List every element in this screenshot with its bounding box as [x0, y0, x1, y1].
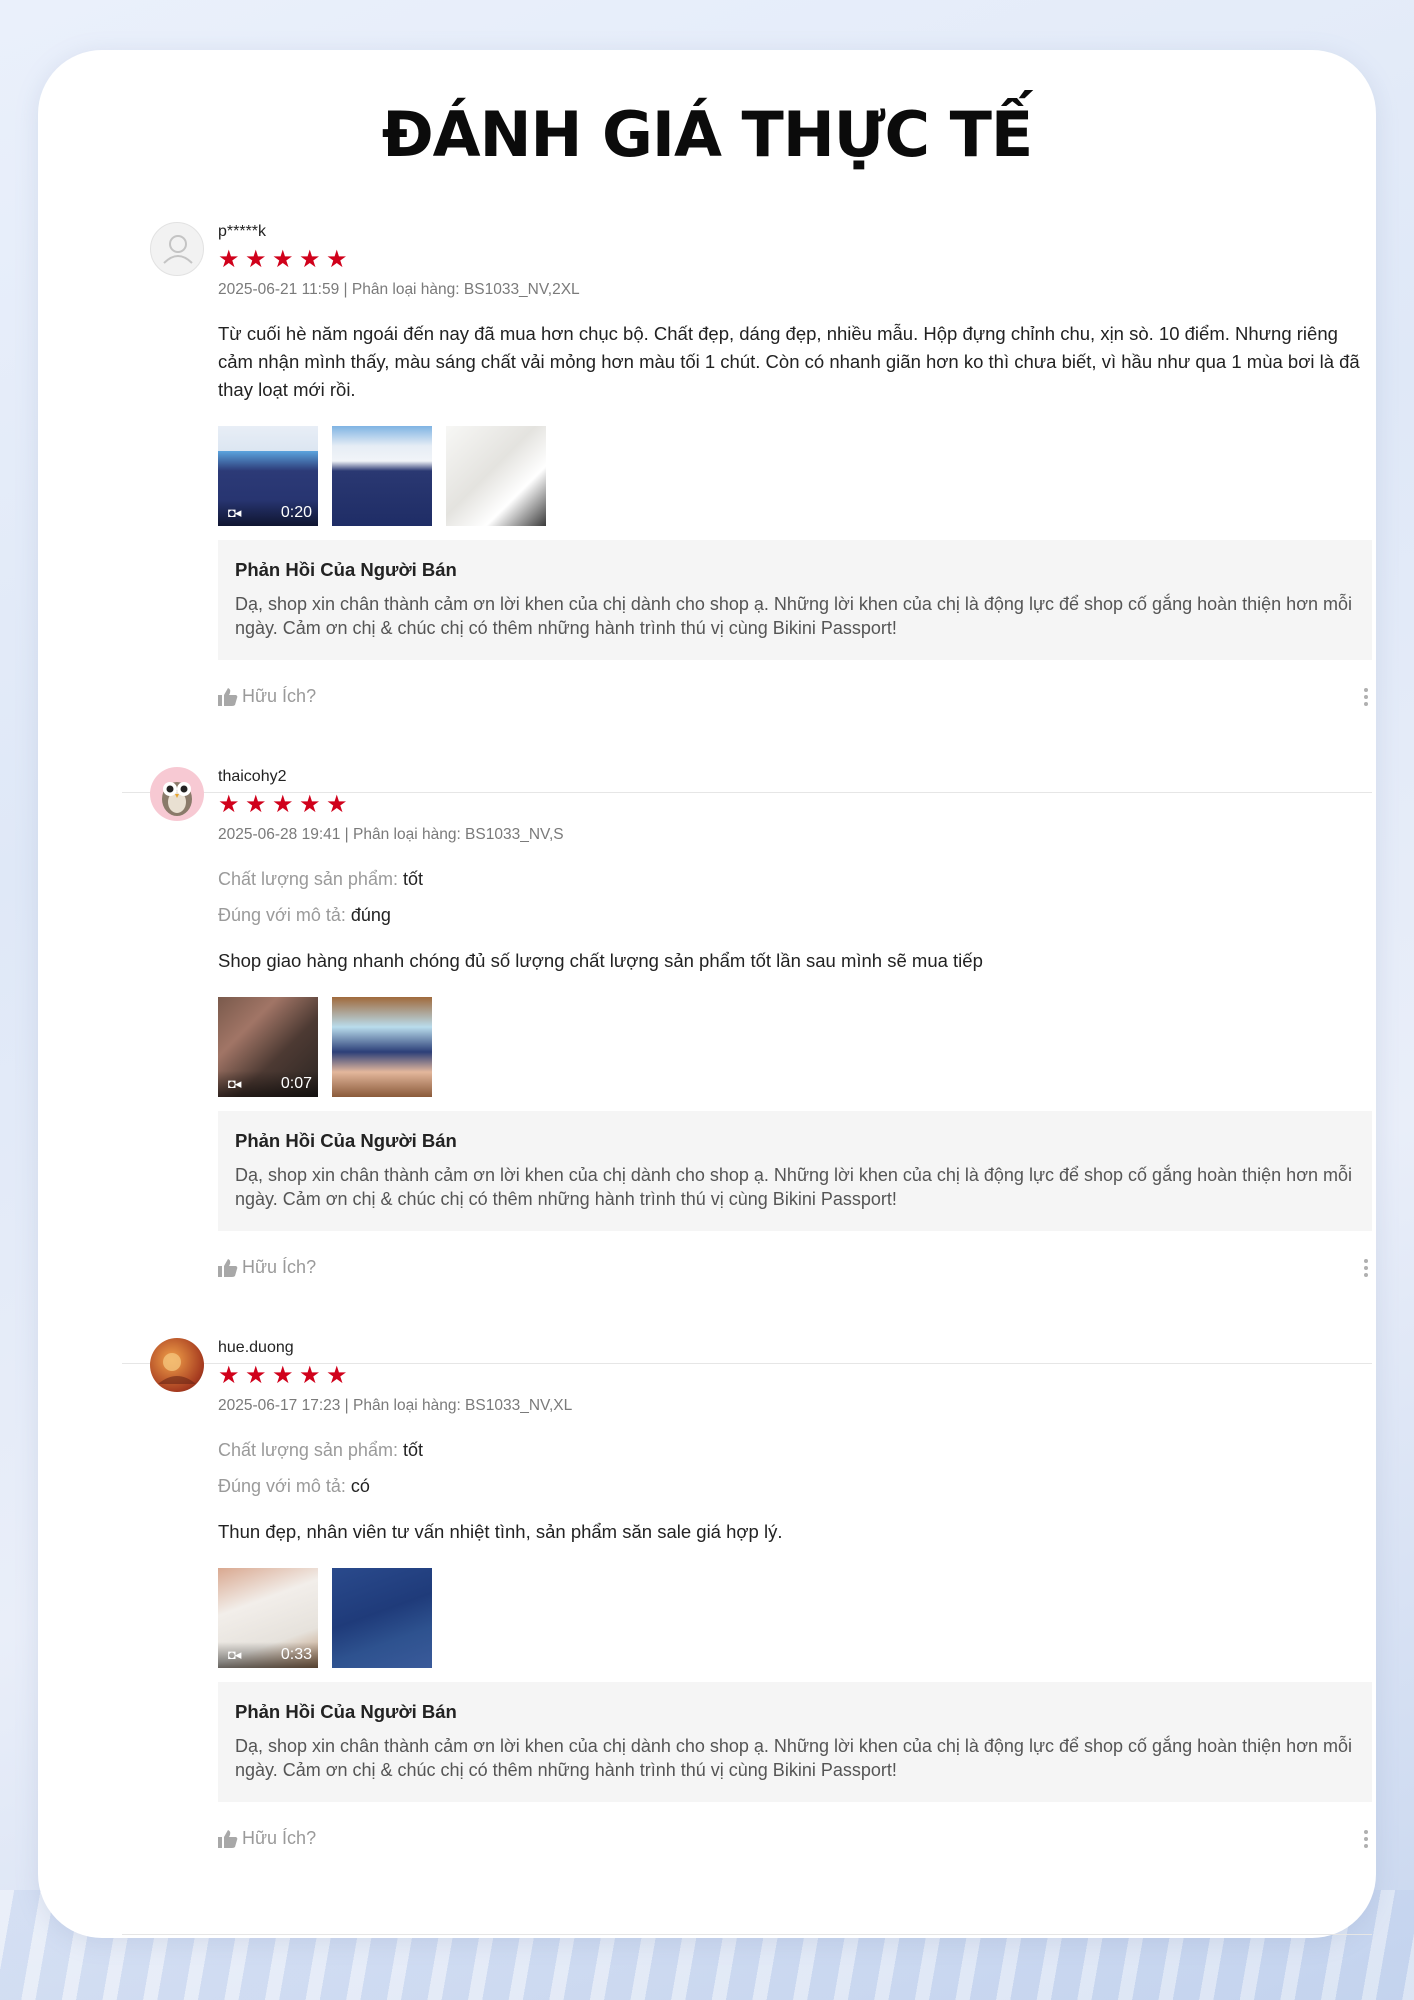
star-icon: ★ [245, 791, 267, 818]
review-item: thaicohy2 ★ ★ ★ ★ ★ 2025-06-28 19:41 | P… [122, 767, 1372, 1364]
review-content: hue.duong ★ ★ ★ ★ ★ 2025-06-17 17:23 | P… [218, 1338, 1372, 1852]
video-camera-icon: ◘◂ [228, 505, 241, 520]
star-icon: ★ [326, 1362, 348, 1389]
attribute-value: đúng [350, 905, 391, 925]
seller-reply-title: Phản Hồi Của Người Bán [235, 1130, 457, 1151]
thumbs-up-icon [218, 1829, 238, 1848]
video-duration: 0:20 [280, 504, 312, 521]
seller-reply: Phản Hồi Của Người Bán Dạ, shop xin chân… [218, 1111, 1372, 1231]
star-icon: ★ [299, 246, 321, 273]
helpful-label: Hữu Ích? [242, 1257, 317, 1277]
avatar[interactable] [150, 1338, 204, 1392]
review-footer: Hữu Ích? [218, 686, 1372, 710]
review-meta: 2025-06-17 17:23 | Phân loại hàng: BS103… [218, 1397, 573, 1414]
review-footer: Hữu Ích? [218, 1828, 1372, 1852]
helpful-button[interactable]: Hữu Ích? [218, 1257, 1372, 1278]
review-footer: Hữu Ích? [218, 1257, 1372, 1281]
attribute-value: tốt [402, 869, 423, 889]
thumbs-up-icon [218, 1258, 238, 1277]
star-icon: ★ [299, 791, 321, 818]
attribute-label: Đúng với mô tả: [218, 1476, 351, 1496]
star-rating: ★ ★ ★ ★ ★ [218, 793, 1372, 817]
review-item: p*****k ★ ★ ★ ★ ★ 2025-06-21 11:59 | Phâ… [122, 222, 1372, 793]
profile-photo-icon [158, 1353, 196, 1384]
more-vertical-icon[interactable] [1364, 1830, 1368, 1848]
avatar[interactable] [150, 767, 204, 821]
star-icon: ★ [218, 791, 240, 818]
review-content: thaicohy2 ★ ★ ★ ★ ★ 2025-06-28 19:41 | P… [218, 767, 1372, 1281]
review-meta: 2025-06-28 19:41 | Phân loại hàng: BS103… [218, 826, 564, 843]
username[interactable]: hue.duong [218, 1338, 1372, 1358]
more-vertical-icon[interactable] [1364, 1259, 1368, 1277]
review-image-thumbnail[interactable] [332, 426, 432, 526]
review-video-thumbnail[interactable]: ◘◂ 0:07 [218, 997, 318, 1097]
helpful-label: Hữu Ích? [242, 1828, 317, 1848]
attribute-label: Đúng với mô tả: [218, 905, 351, 925]
review-video-thumbnail[interactable]: ◘◂ 0:20 [218, 426, 318, 526]
star-icon: ★ [245, 1362, 267, 1389]
video-duration: 0:07 [280, 1075, 312, 1092]
seller-reply-text: Dạ, shop xin chân thành cảm ơn lời khen … [235, 1165, 1353, 1209]
helpful-button[interactable]: Hữu Ích? [218, 1828, 1372, 1849]
helpful-button[interactable]: Hữu Ích? [218, 686, 1372, 707]
star-icon: ★ [245, 246, 267, 273]
video-badge: ◘◂ 0:07 [218, 1071, 318, 1097]
video-camera-icon: ◘◂ [228, 1076, 241, 1091]
star-icon: ★ [272, 246, 294, 273]
review-image-thumbnail[interactable] [332, 1568, 432, 1668]
review-media: ◘◂ 0:33 [218, 1568, 1372, 1668]
attribute-label: Chất lượng sản phẩm: [218, 869, 403, 889]
star-rating: ★ ★ ★ ★ ★ [218, 1364, 1372, 1388]
star-icon: ★ [272, 1362, 294, 1389]
review-content: p*****k ★ ★ ★ ★ ★ 2025-06-21 11:59 | Phâ… [218, 222, 1372, 710]
seller-reply-title: Phản Hồi Của Người Bán [235, 1701, 457, 1722]
review-image-thumbnail[interactable] [332, 997, 432, 1097]
review-meta: 2025-06-21 11:59 | Phân loại hàng: BS103… [218, 281, 580, 298]
star-icon: ★ [272, 791, 294, 818]
star-icon: ★ [299, 1362, 321, 1389]
video-badge: ◘◂ 0:20 [218, 500, 318, 526]
review-video-thumbnail[interactable]: ◘◂ 0:33 [218, 1568, 318, 1668]
user-icon [163, 235, 193, 264]
page-title: ĐÁNH GIÁ THỰC TẾ [381, 98, 1034, 171]
seller-reply-title: Phản Hồi Của Người Bán [235, 559, 457, 580]
username[interactable]: p*****k [218, 222, 1372, 242]
review-media: ◘◂ 0:07 [218, 997, 1372, 1097]
avatar[interactable] [150, 222, 204, 276]
review-image-thumbnail[interactable] [446, 426, 546, 526]
reviews-card: ĐÁNH GIÁ THỰC TẾ p*****k ★ ★ ★ ★ ★ 2025-… [38, 50, 1376, 1938]
attribute-label: Chất lượng sản phẩm: [218, 1440, 403, 1460]
review-text: Từ cuối hè năm ngoái đến nay đã mua hơn … [218, 323, 1360, 400]
seller-reply-text: Dạ, shop xin chân thành cảm ơn lời khen … [235, 594, 1353, 638]
star-icon: ★ [326, 246, 348, 273]
seller-reply: Phản Hồi Của Người Bán Dạ, shop xin chân… [218, 540, 1372, 660]
username[interactable]: thaicohy2 [218, 767, 1372, 787]
more-vertical-icon[interactable] [1364, 688, 1368, 706]
review-item: hue.duong ★ ★ ★ ★ ★ 2025-06-17 17:23 | P… [122, 1338, 1372, 1935]
video-duration: 0:33 [280, 1646, 312, 1663]
helpful-label: Hữu Ích? [242, 686, 317, 706]
star-rating: ★ ★ ★ ★ ★ [218, 248, 1372, 272]
star-icon: ★ [218, 246, 240, 273]
attribute-value: có [350, 1476, 370, 1496]
star-icon: ★ [218, 1362, 240, 1389]
seller-reply-text: Dạ, shop xin chân thành cảm ơn lời khen … [235, 1736, 1353, 1780]
attribute-quality: Chất lượng sản phẩm: tốt [218, 861, 1372, 897]
attribute-quality: Chất lượng sản phẩm: tốt [218, 1432, 1372, 1468]
seller-reply: Phản Hồi Của Người Bán Dạ, shop xin chân… [218, 1682, 1372, 1802]
attribute-description: Đúng với mô tả: đúng [218, 897, 1372, 933]
review-text: Thun đẹp, nhân viên tư vấn nhiệt tình, s… [218, 1521, 783, 1542]
video-badge: ◘◂ 0:33 [218, 1642, 318, 1668]
attribute-description: Đúng với mô tả: có [218, 1468, 1372, 1504]
thumbs-up-icon [218, 687, 238, 706]
review-media: ◘◂ 0:20 [218, 426, 1372, 526]
star-icon: ★ [326, 791, 348, 818]
review-text: Shop giao hàng nhanh chóng đủ số lượng c… [218, 950, 983, 971]
attribute-value: tốt [402, 1440, 423, 1460]
video-camera-icon: ◘◂ [228, 1647, 241, 1662]
owl-avatar-icon [162, 782, 192, 816]
